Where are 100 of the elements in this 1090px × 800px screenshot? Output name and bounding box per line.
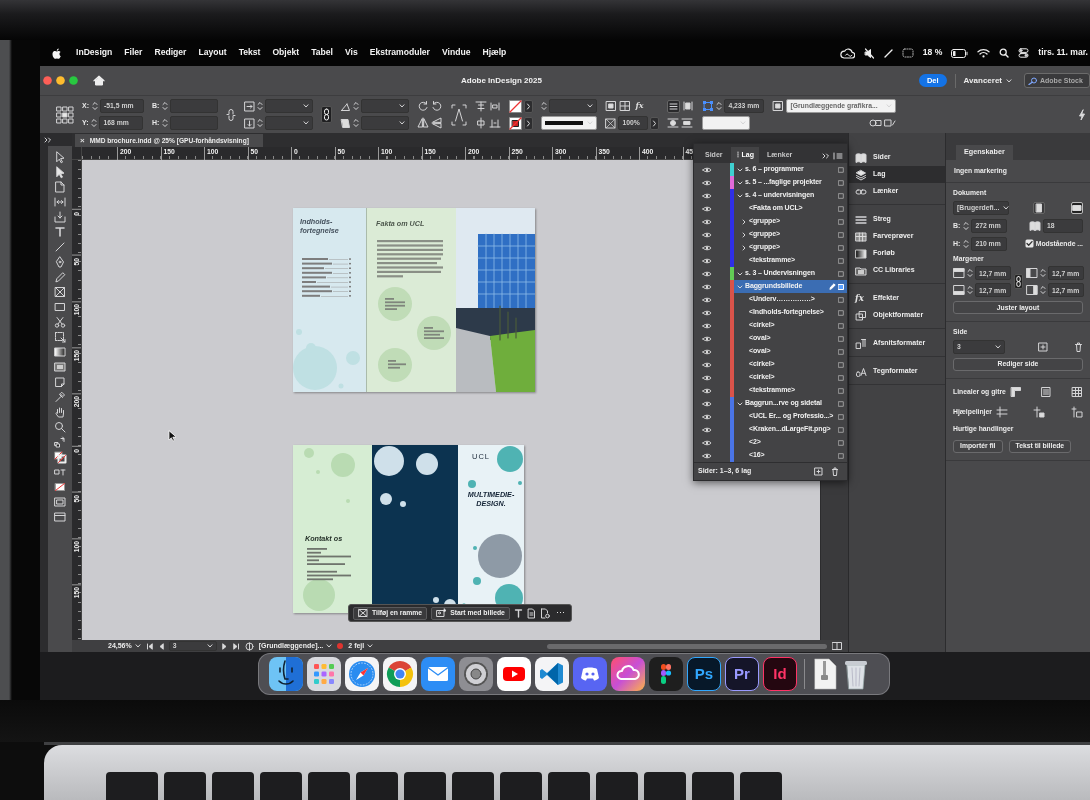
eye-icon[interactable]	[702, 179, 712, 186]
stepper-icon[interactable]	[257, 100, 264, 112]
filled-arrow-icon[interactable]	[53, 165, 67, 179]
split-circle-icon[interactable]	[244, 641, 254, 651]
folded-ribbon-icon[interactable]	[535, 657, 569, 691]
eye-icon[interactable]	[702, 257, 712, 264]
eye-icon[interactable]	[702, 452, 712, 459]
stepper-icon[interactable]	[92, 100, 98, 112]
pen-icon[interactable]	[883, 48, 893, 58]
workspace-dropdown[interactable]: Avanceret	[963, 75, 1016, 86]
pencil-icon[interactable]	[53, 270, 67, 284]
page-settings-icon[interactable]	[539, 607, 550, 619]
text-tool-icon[interactable]	[53, 225, 67, 239]
stepper-icon[interactable]	[353, 117, 360, 129]
split-view-icon[interactable]	[832, 642, 842, 650]
paragraph-styles-icon[interactable]	[855, 337, 867, 350]
dock-app-button[interactable]: Pr	[725, 657, 759, 691]
eye-icon[interactable]	[702, 192, 712, 199]
pages-icon[interactable]	[1029, 219, 1041, 232]
stroke-type-dropdown[interactable]	[541, 116, 598, 130]
chain-link-icon[interactable]	[321, 106, 333, 123]
next-page-icon[interactable]	[221, 642, 228, 650]
gradient-icon[interactable]	[855, 247, 867, 260]
view-mode-icon[interactable]	[53, 495, 67, 509]
cloud-icon[interactable]	[839, 47, 855, 59]
wrap-shape-icon[interactable]	[667, 117, 680, 129]
menu-item[interactable]: Vis	[345, 48, 358, 58]
frame-corners-icon[interactable]	[702, 100, 715, 112]
stepper-icon[interactable]	[257, 117, 264, 129]
text-tool-icon[interactable]	[513, 608, 523, 618]
dotted-frame-icon[interactable]	[901, 48, 914, 58]
stepper-icon[interactable]	[716, 100, 723, 112]
eye-icon[interactable]	[702, 270, 712, 277]
distribute-icon[interactable]	[489, 100, 502, 112]
swatch-grid-icon[interactable]	[855, 230, 867, 243]
maximize-window-icon[interactable]	[69, 76, 78, 85]
none-swatch-icon[interactable]	[53, 480, 67, 494]
fx-icon[interactable]: fx	[855, 293, 867, 304]
app-grid-icon[interactable]	[307, 657, 341, 691]
menu-item[interactable]: Rediger	[154, 48, 187, 58]
home-icon[interactable]	[93, 75, 105, 86]
menu-item[interactable]: Tabel	[311, 48, 333, 58]
chevron-right-icon[interactable]	[650, 116, 660, 130]
stepper-icon[interactable]	[91, 117, 98, 129]
menu-item[interactable]: Ekstramoduler	[369, 48, 430, 58]
caret-down-icon[interactable]	[399, 121, 406, 125]
caret-down-icon[interactable]	[399, 104, 406, 108]
eye-icon[interactable]	[702, 166, 712, 173]
rotate-clockwise-icon[interactable]	[417, 100, 430, 112]
cloud-icon[interactable]	[611, 657, 645, 691]
color-dropdown[interactable]	[702, 116, 751, 130]
play-button-icon[interactable]	[497, 657, 531, 691]
transform-icon[interactable]	[53, 330, 67, 344]
caret-down-icon[interactable]	[587, 104, 594, 108]
align-center-icon[interactable]	[475, 117, 488, 129]
caret-down-icon[interactable]	[326, 644, 333, 648]
line-icon[interactable]	[53, 240, 67, 254]
library-folder-icon[interactable]	[855, 264, 867, 277]
eye-icon[interactable]	[702, 361, 712, 368]
previous-page-icon[interactable]	[157, 642, 164, 650]
height-field[interactable]	[170, 116, 219, 130]
new-page-icon[interactable]	[1038, 342, 1048, 353]
stepper-icon[interactable]	[963, 219, 970, 232]
portrait-page-icon[interactable]	[1033, 201, 1045, 214]
new-layer-icon[interactable]	[814, 467, 823, 476]
opacity-icon[interactable]	[605, 117, 617, 129]
stepper-icon[interactable]	[967, 267, 973, 280]
crossed-frame-icon[interactable]	[53, 285, 67, 299]
frame-edit-icon[interactable]	[884, 118, 897, 128]
align-top-icon[interactable]	[475, 100, 488, 112]
eye-icon[interactable]	[702, 387, 712, 394]
close-tab-button[interactable]: ×	[80, 135, 85, 146]
dock-app-button[interactable]: Id	[763, 657, 797, 691]
tray-arrow-icon[interactable]	[53, 210, 67, 224]
last-page-icon[interactable]	[232, 642, 240, 650]
scale-x-icon[interactable]	[244, 100, 256, 112]
object-styles-icon[interactable]	[855, 309, 867, 322]
muted-speaker-icon[interactable]	[863, 47, 875, 59]
gradient-swatch-icon[interactable]	[53, 345, 67, 359]
pages-icon[interactable]	[855, 151, 867, 164]
app-menu[interactable]: InDesign	[76, 48, 113, 58]
distribute-spacing-icon[interactable]	[489, 117, 502, 129]
eye-icon[interactable]	[702, 218, 712, 225]
document-icon[interactable]	[812, 657, 838, 691]
reference-point-icon[interactable]	[56, 105, 74, 124]
stepper-icon[interactable]	[1040, 267, 1046, 280]
more-button[interactable]: ⋯	[553, 608, 567, 618]
caret-down-icon[interactable]	[303, 104, 310, 108]
minimize-window-icon[interactable]	[56, 76, 65, 85]
eye-icon[interactable]	[702, 335, 712, 342]
scissors-icon[interactable]	[53, 315, 67, 329]
right-margin-icon[interactable]	[1026, 284, 1038, 297]
hand-icon[interactable]	[53, 405, 67, 419]
eye-icon[interactable]	[702, 309, 712, 316]
menu-item[interactable]: Vindue	[441, 48, 471, 58]
eye-icon[interactable]	[702, 439, 712, 446]
baseline-grid-icon[interactable]	[1040, 386, 1053, 399]
stepper-icon[interactable]	[541, 100, 548, 112]
grid-icon[interactable]	[1071, 386, 1083, 399]
gap-icon[interactable]	[53, 195, 67, 209]
